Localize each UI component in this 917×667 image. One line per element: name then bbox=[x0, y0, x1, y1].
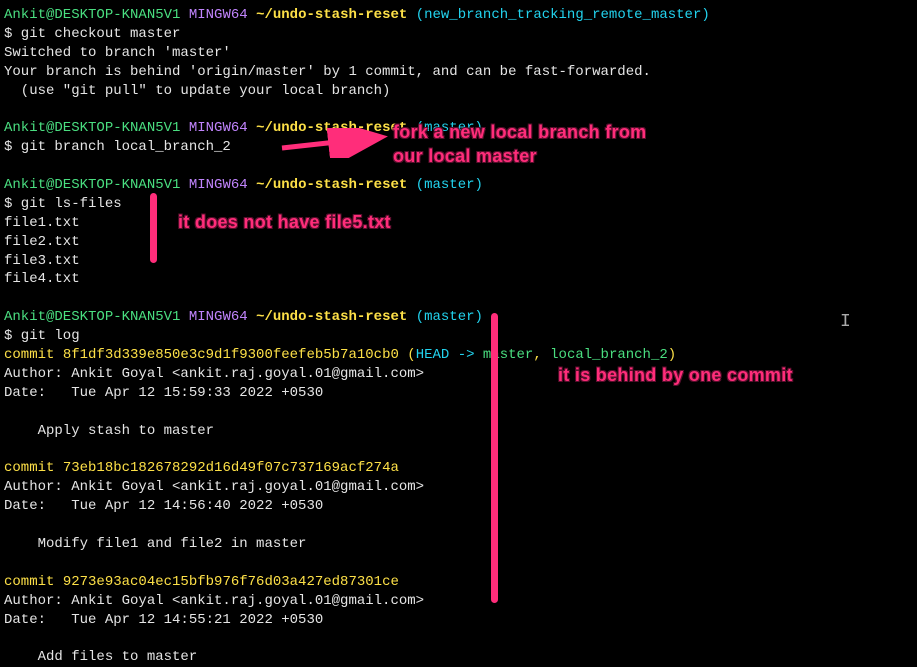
command-checkout: $ git checkout master bbox=[4, 25, 913, 44]
env: MINGW64 bbox=[189, 7, 248, 23]
prompt-line-3: Ankit@DESKTOP-KNAN5V1 MINGW64 ~/undo-sta… bbox=[4, 176, 913, 195]
prompt-line-1: Ankit@DESKTOP-KNAN5V1 MINGW64 ~/undo-sta… bbox=[4, 6, 913, 25]
arrow-icon bbox=[278, 128, 388, 158]
output-hint: (use "git pull" to update your local bra… bbox=[4, 82, 913, 101]
file-item: file1.txt bbox=[4, 214, 913, 233]
commit-message: Apply stash to master bbox=[4, 422, 913, 441]
commit-date: Date: Tue Apr 12 14:56:40 2022 +0530 bbox=[4, 497, 913, 516]
annotation-bar-icon bbox=[491, 313, 498, 603]
file-item: file3.txt bbox=[4, 252, 913, 271]
file-item: file2.txt bbox=[4, 233, 913, 252]
text-cursor-icon: I bbox=[840, 310, 851, 334]
annotation-bar-icon bbox=[150, 193, 157, 263]
command-ls-files: $ git ls-files bbox=[4, 195, 913, 214]
commit-author: Author: Ankit Goyal <ankit.raj.goyal.01@… bbox=[4, 592, 913, 611]
annotation-no-file5: it does not have file5.txt bbox=[178, 210, 391, 234]
commit-date: Date: Tue Apr 12 14:55:21 2022 +0530 bbox=[4, 611, 913, 630]
file-item: file4.txt bbox=[4, 270, 913, 289]
branch: (new_branch_tracking_remote_master) bbox=[416, 7, 710, 23]
commit-line: commit 73eb18bc182678292d16d49f07c737169… bbox=[4, 459, 913, 478]
commit-author: Author: Ankit Goyal <ankit.raj.goyal.01@… bbox=[4, 478, 913, 497]
commit-message: Modify file1 and file2 in master bbox=[4, 535, 913, 554]
output-behind: Your branch is behind 'origin/master' by… bbox=[4, 63, 913, 82]
output-switched: Switched to branch 'master' bbox=[4, 44, 913, 63]
user-host: Ankit@DESKTOP-KNAN5V1 bbox=[4, 7, 180, 23]
command-log: $ git log bbox=[4, 327, 913, 346]
annotation-fork: fork a new local branch from our local m… bbox=[393, 120, 646, 169]
annotation-behind: it is behind by one commit bbox=[558, 363, 793, 387]
path: ~/undo-stash-reset bbox=[256, 7, 407, 23]
commit-line: commit 9273e93ac04ec15bfb976f76d03a427ed… bbox=[4, 573, 913, 592]
commit-message: Add files to master bbox=[4, 648, 913, 667]
prompt-line-4: Ankit@DESKTOP-KNAN5V1 MINGW64 ~/undo-sta… bbox=[4, 308, 913, 327]
